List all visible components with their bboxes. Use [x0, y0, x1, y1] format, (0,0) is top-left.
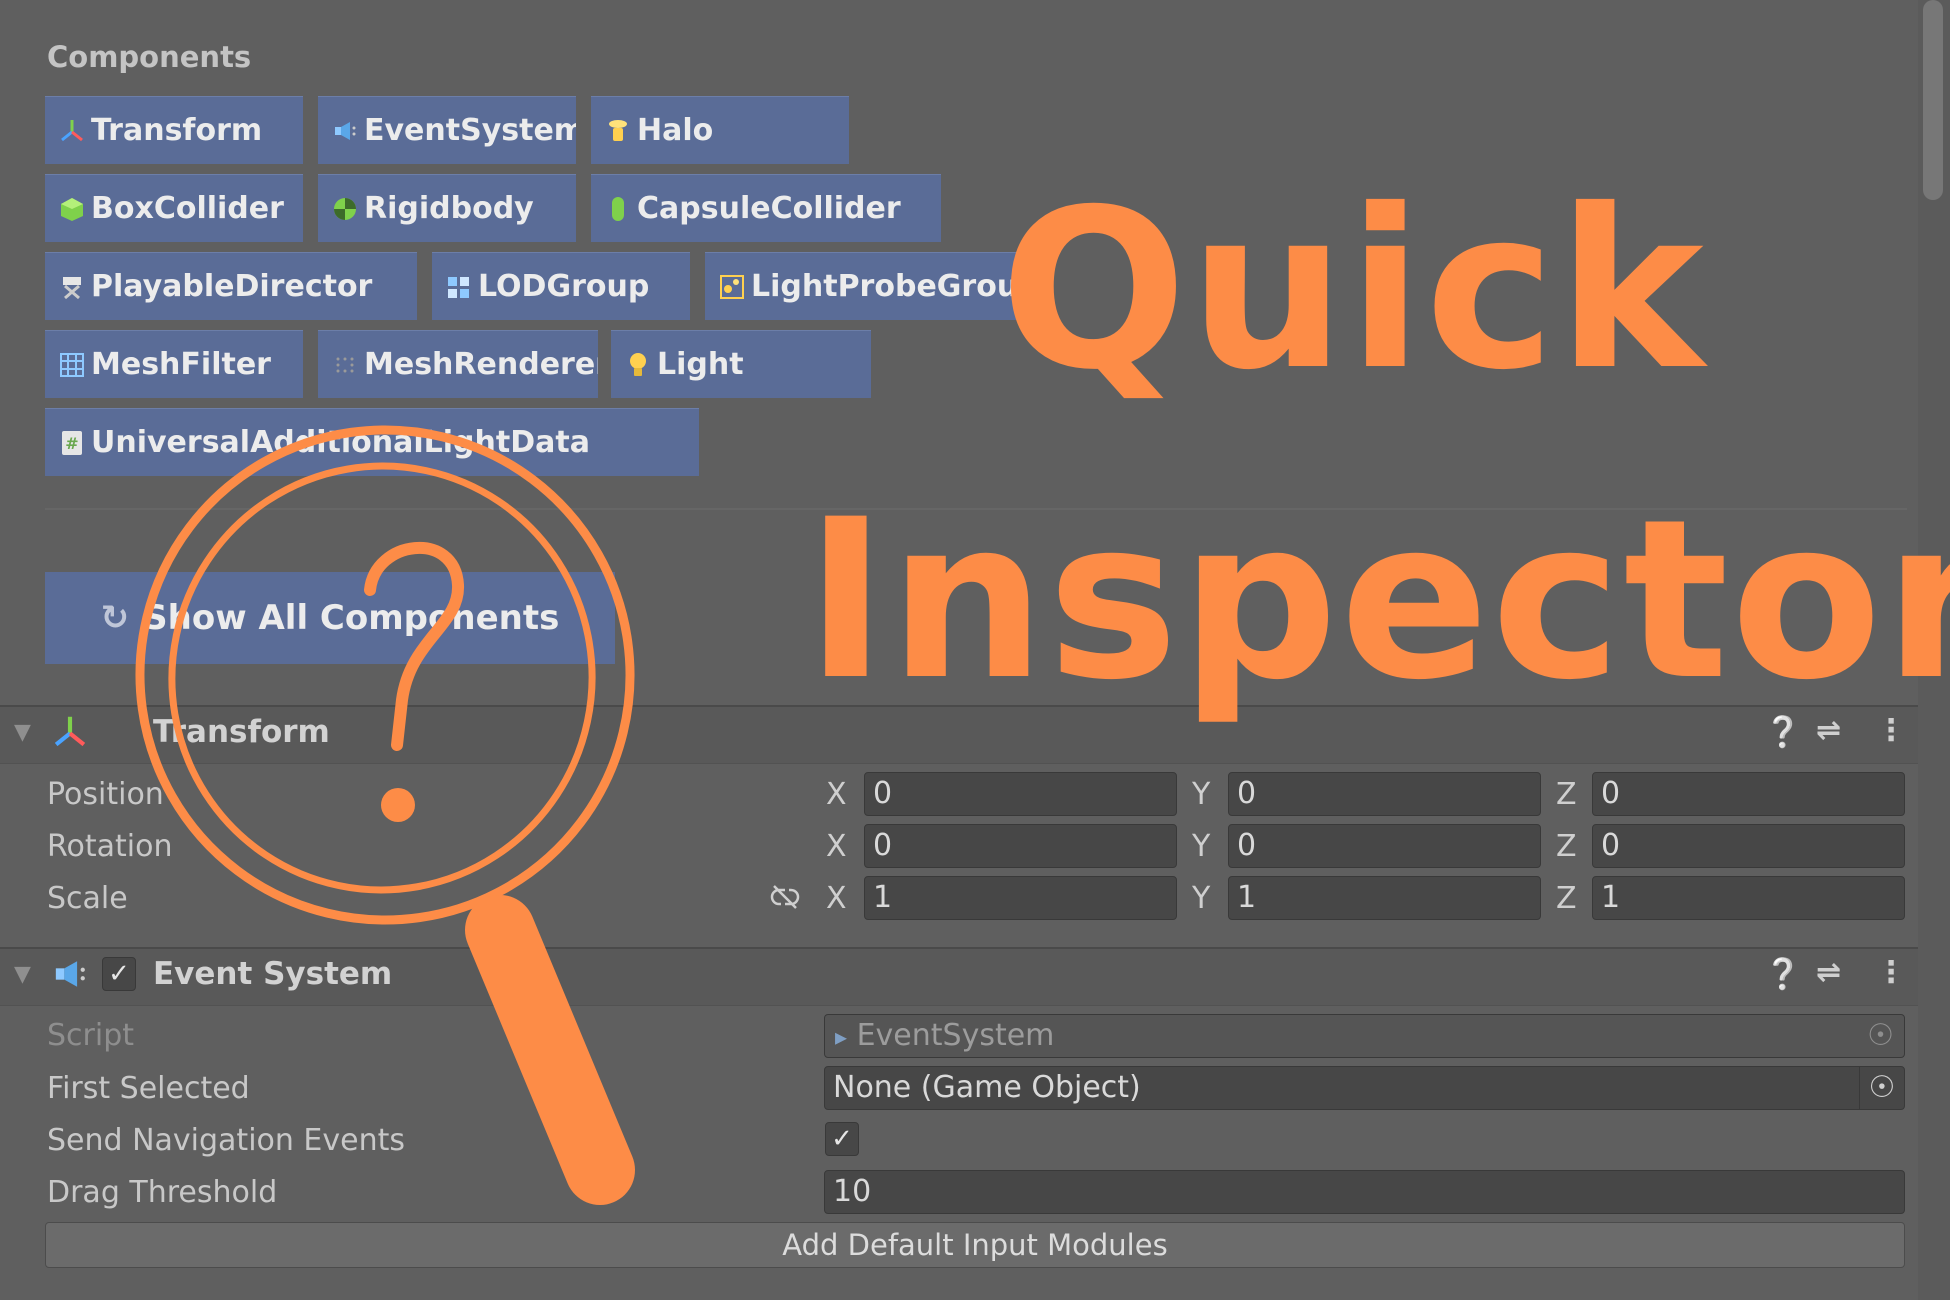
magnifying-glass-icon [135, 425, 635, 1205]
chip-label: CapsuleCollider [637, 191, 901, 226]
rotation-y-field[interactable]: 0 [1228, 824, 1541, 868]
chip-label: MeshRenderer [364, 347, 598, 382]
rigidbody-icon [332, 195, 358, 223]
transform-icon [59, 117, 85, 145]
preset-icon[interactable]: ⇌ [1816, 955, 1841, 990]
svg-text:#: # [65, 434, 78, 453]
chip-label: BoxCollider [91, 191, 284, 226]
position-y-axis[interactable]: Y [1192, 777, 1210, 812]
chip-label: PlayableDirector [91, 269, 373, 304]
eventsystem-icon [332, 117, 358, 145]
send-navigation-events-checkbox[interactable]: ✓ [825, 1122, 859, 1156]
event-system-foldout-icon[interactable]: ▼ [14, 962, 31, 987]
overlay-title-line2: Inspector [805, 472, 1950, 728]
chip-label: Halo [637, 113, 714, 148]
chip-label: LODGroup [478, 269, 650, 304]
chip-meshfilter[interactable]: MeshFilter [45, 330, 303, 398]
chip-lodgroup[interactable]: LODGroup [432, 252, 690, 320]
overlay-title-line1: Quick [1000, 162, 1706, 418]
first-selected-value: None (Game Object) [833, 1070, 1141, 1105]
eventsystem-icon [50, 957, 90, 995]
object-picker-icon: ☉ [1867, 1018, 1894, 1053]
lodgroup-icon [446, 273, 472, 301]
light-icon [625, 351, 651, 379]
components-section-title: Components [47, 40, 252, 74]
chip-lightprobegroup[interactable]: LightProbeGrou [705, 252, 1040, 320]
help-icon[interactable]: ❔ [1764, 957, 1801, 992]
script-icon: # [59, 429, 85, 457]
transform-foldout-icon[interactable]: ▼ [14, 720, 31, 745]
chip-eventsystem[interactable]: EventSystem [318, 96, 576, 164]
position-x-axis[interactable]: X [826, 777, 847, 812]
rotation-y-axis[interactable]: Y [1192, 829, 1210, 864]
scale-label: Scale [47, 881, 128, 916]
position-y-field[interactable]: 0 [1228, 772, 1541, 816]
position-z-field[interactable]: 0 [1592, 772, 1905, 816]
chip-playabledirector[interactable]: PlayableDirector [45, 252, 417, 320]
scale-y-axis[interactable]: Y [1192, 881, 1210, 916]
playabledirector-icon [59, 273, 85, 301]
more-options-icon[interactable]: ⋮ [1876, 955, 1906, 990]
scale-y-field[interactable]: 1 [1228, 876, 1541, 920]
question-dot [381, 788, 415, 822]
rotation-z-field[interactable]: 0 [1592, 824, 1905, 868]
script-field: ▸ EventSystem ☉ [824, 1014, 1905, 1058]
drag-threshold-field[interactable]: 10 [824, 1170, 1905, 1214]
boxcollider-icon [59, 195, 85, 223]
first-selected-field[interactable]: None (Game Object) ☉ [824, 1066, 1905, 1110]
script-value: EventSystem [856, 1018, 1055, 1053]
halo-icon [605, 117, 631, 145]
rotation-x-axis[interactable]: X [826, 829, 847, 864]
position-z-axis[interactable]: Z [1556, 777, 1577, 812]
capsulecollider-icon [605, 195, 631, 223]
chip-label: MeshFilter [91, 347, 271, 382]
chip-label: Transform [91, 113, 263, 148]
chip-transform[interactable]: Transform [45, 96, 303, 164]
chip-label: Rigidbody [364, 191, 534, 226]
chip-label: Light [657, 347, 744, 382]
lightprobegroup-icon [719, 273, 745, 301]
object-picker-icon[interactable]: ☉ [1859, 1067, 1904, 1109]
chip-halo[interactable]: Halo [591, 96, 849, 164]
meshfilter-icon [59, 351, 85, 379]
scrollbar-thumb[interactable] [1923, 0, 1943, 200]
scale-z-field[interactable]: 1 [1592, 876, 1905, 920]
position-x-field[interactable]: 0 [864, 772, 1177, 816]
meshrenderer-icon [332, 351, 358, 379]
chip-light[interactable]: Light [611, 330, 871, 398]
chip-label: LightProbeGrou [751, 269, 1019, 304]
chip-label: EventSystem [364, 113, 576, 148]
transform-icon [52, 714, 88, 754]
constrain-proportions-icon[interactable] [768, 882, 802, 916]
chip-boxcollider[interactable]: BoxCollider [45, 174, 303, 242]
scale-x-field[interactable]: 1 [864, 876, 1177, 920]
chip-rigidbody[interactable]: Rigidbody [318, 174, 576, 242]
add-default-input-modules-button[interactable]: Add Default Input Modules [45, 1222, 1905, 1268]
scale-z-axis[interactable]: Z [1556, 881, 1577, 916]
chip-capsulecollider[interactable]: CapsuleCollider [591, 174, 941, 242]
rotation-z-axis[interactable]: Z [1556, 829, 1577, 864]
eventsystem-script-icon: ▸ [835, 1023, 848, 1051]
rotation-x-field[interactable]: 0 [864, 824, 1177, 868]
chip-meshrenderer[interactable]: MeshRenderer [318, 330, 598, 398]
scale-x-axis[interactable]: X [826, 881, 847, 916]
